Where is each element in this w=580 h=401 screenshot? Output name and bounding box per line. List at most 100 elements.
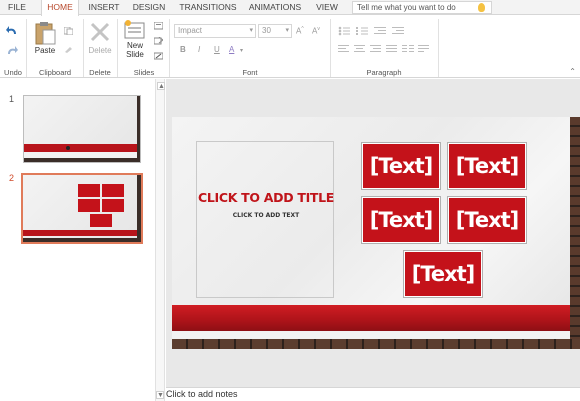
thumb-text-box [102, 199, 124, 212]
new-slide-icon [124, 20, 145, 39]
text-box-5[interactable]: [Text] [403, 250, 483, 298]
tab-view[interactable]: VIEW [312, 0, 342, 15]
paragraph-group-label: Paragraph [366, 68, 402, 77]
italic-button[interactable]: I [198, 45, 200, 54]
slide-thumbnail-2[interactable] [21, 173, 143, 244]
notes-pane[interactable]: Click to add notes [166, 387, 580, 401]
section-icon[interactable] [154, 52, 163, 60]
ribbon-separator [117, 19, 118, 77]
paragraph-tools [338, 26, 429, 52]
tell-me-placeholder: Tell me what you want to do [357, 3, 456, 12]
font-name-value: Impact [178, 26, 203, 35]
paste-button[interactable]: Paste [32, 21, 58, 59]
copy-icon[interactable] [64, 27, 73, 35]
current-slide: CLICK TO ADD TITLE CLICK TO ADD TEXT [Te… [172, 117, 580, 349]
undo-icon[interactable] [6, 25, 18, 35]
bold-button[interactable]: B [180, 45, 186, 54]
ribbon-separator [26, 19, 27, 77]
text-box-4[interactable]: [Text] [447, 196, 527, 244]
thumb-text-box [78, 184, 100, 197]
align-center-icon [354, 45, 365, 52]
ribbon-separator [169, 19, 170, 77]
ribbon-separator [83, 19, 84, 77]
thumb-red-band [24, 144, 137, 152]
font-color-button[interactable]: A [229, 45, 234, 54]
title-placeholder-text: CLICK TO ADD TITLE [197, 190, 335, 205]
ribbon-tabs: FILE HOME INSERT DESIGN TRANSITIONS ANIM… [0, 0, 580, 16]
delete-label: Delete [88, 46, 112, 55]
tab-insert[interactable]: INSERT [86, 0, 122, 15]
thumb-red-band [23, 230, 137, 236]
slides-group-label: Slides [133, 68, 155, 77]
format-painter-icon[interactable] [64, 45, 73, 53]
align-left-icon [338, 45, 349, 52]
justify-icon [386, 45, 397, 52]
paste-label: Paste [34, 46, 56, 55]
slide-red-band [172, 305, 570, 331]
collapse-ribbon-icon[interactable]: ⌃ [569, 67, 576, 76]
thumb-strip [24, 152, 137, 158]
chevron-down-icon: ▾ [285, 27, 289, 34]
subtitle-placeholder-text: CLICK TO ADD TEXT [232, 212, 300, 219]
tab-animations[interactable]: ANIMATIONS [246, 0, 304, 15]
redo-icon[interactable] [6, 45, 18, 55]
slide-bottom-strip [172, 331, 570, 339]
scroll-up-arrow-icon[interactable]: ▲ [157, 82, 165, 90]
new-slide-label-line1: New [126, 41, 143, 50]
undo-group-label: Undo [4, 68, 22, 77]
new-slide-label-line2: Slide [126, 50, 144, 59]
chevron-down-icon: ▾ [249, 27, 253, 34]
new-slide-label: New Slide [119, 41, 151, 59]
slide-editor: CLICK TO ADD TITLE CLICK TO ADD TEXT [Te… [166, 79, 580, 387]
tab-file[interactable]: FILE [4, 0, 30, 15]
bullets-icon [338, 26, 350, 36]
tell-me-search[interactable]: Tell me what you want to do [352, 1, 492, 14]
font-name-box[interactable]: Impact ▾ [174, 24, 256, 38]
thumbnail-scrollbar[interactable]: ▲ [155, 79, 165, 401]
shrink-font-icon[interactable]: Av [312, 26, 320, 36]
ribbon: Undo Paste Clipboard Delete Delete New S… [0, 16, 580, 78]
font-group-label: Font [242, 68, 258, 77]
ribbon-separator [330, 19, 331, 77]
tab-transitions[interactable]: TRANSITIONS [176, 0, 240, 15]
notes-placeholder: Click to add notes [166, 389, 238, 399]
scroll-down-arrow-icon[interactable]: ▼ [156, 391, 164, 399]
text-direction-icon [418, 45, 429, 52]
brick-wall-edge [570, 117, 580, 349]
layout-icon[interactable] [154, 22, 163, 30]
slide-thumbnail-1[interactable] [23, 95, 141, 163]
tab-design[interactable]: DESIGN [130, 0, 168, 15]
thumb-text-box [90, 214, 112, 227]
text-box-2[interactable]: [Text] [447, 142, 527, 190]
font-size-value: 30 [262, 26, 271, 35]
slide-thumbnail-pane: 1 2 [0, 79, 155, 401]
reset-icon[interactable] [154, 37, 163, 45]
underline-button[interactable]: U [214, 45, 220, 54]
brick-wall-bottom [172, 339, 580, 349]
delete-button[interactable]: Delete [87, 21, 113, 59]
title-placeholder-box[interactable]: CLICK TO ADD TITLE CLICK TO ADD TEXT [196, 141, 334, 298]
thumb-text-box [78, 199, 100, 212]
grow-font-icon[interactable]: A^ [296, 26, 304, 36]
increase-indent-icon [392, 27, 404, 34]
clipboard-icon [35, 22, 56, 45]
slide-number-2: 2 [9, 173, 15, 183]
slide-number-1: 1 [9, 94, 15, 104]
text-box-3[interactable]: [Text] [361, 196, 441, 244]
align-right-icon [370, 45, 381, 52]
ribbon-separator [438, 19, 439, 77]
thumb-text-box [102, 184, 124, 197]
tab-home[interactable]: HOME [41, 0, 79, 16]
delete-group-label: Delete [89, 68, 111, 77]
lightbulb-icon [478, 3, 485, 12]
slide-background-paper: CLICK TO ADD TITLE CLICK TO ADD TEXT [Te… [172, 117, 570, 339]
columns-icon [402, 45, 414, 52]
font-size-box[interactable]: 30 ▾ [258, 24, 292, 38]
text-box-1[interactable]: [Text] [361, 142, 441, 190]
chevron-down-icon[interactable]: ▾ [240, 47, 243, 54]
numbering-icon [356, 27, 368, 35]
new-slide-button[interactable]: New Slide [121, 20, 149, 66]
decrease-indent-icon [374, 27, 386, 34]
delete-x-icon [90, 22, 110, 42]
clipboard-group-label: Clipboard [38, 68, 72, 77]
